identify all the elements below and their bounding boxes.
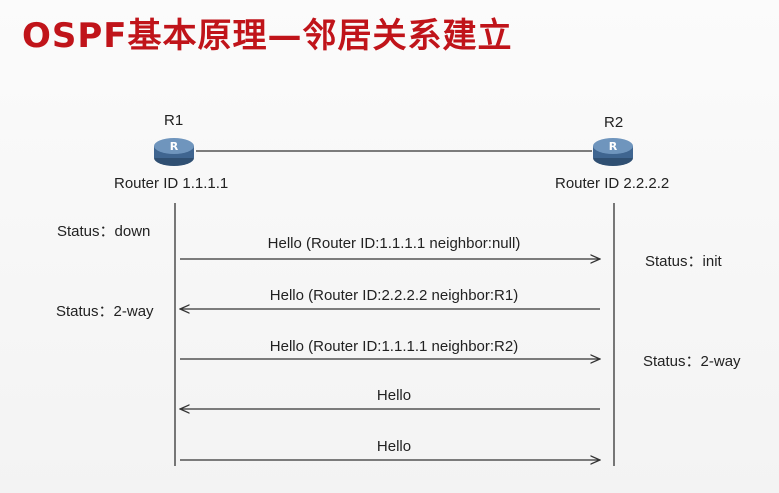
r1-status-2way: Status：2-way bbox=[56, 303, 154, 320]
message-label-4: Hello bbox=[376, 387, 412, 404]
svg-text:R: R bbox=[170, 140, 179, 153]
r2-name: R2 bbox=[604, 114, 624, 131]
r1-status-down: Status：down bbox=[57, 223, 151, 240]
svg-text:R: R bbox=[609, 140, 618, 153]
r2-status-2way: Status：2-way bbox=[643, 353, 741, 370]
r2-status-init: Status：init bbox=[645, 253, 722, 270]
message-label-1: Hello (Router ID:1.1.1.1 neighbor:null) bbox=[267, 235, 521, 252]
r1-name: R1 bbox=[164, 112, 184, 129]
r2-router-id: Router ID 2.2.2.2 bbox=[555, 175, 670, 192]
r1-router-icon: R bbox=[154, 138, 194, 166]
message-label-3: Hello (Router ID:1.1.1.1 neighbor:R2) bbox=[269, 338, 519, 355]
r2-router-icon: R bbox=[593, 138, 633, 166]
r1-router-id: Router ID 1.1.1.1 bbox=[114, 175, 229, 192]
message-label-2: Hello (Router ID:2.2.2.2 neighbor:R1) bbox=[269, 287, 519, 304]
message-label-5: Hello bbox=[376, 438, 412, 455]
